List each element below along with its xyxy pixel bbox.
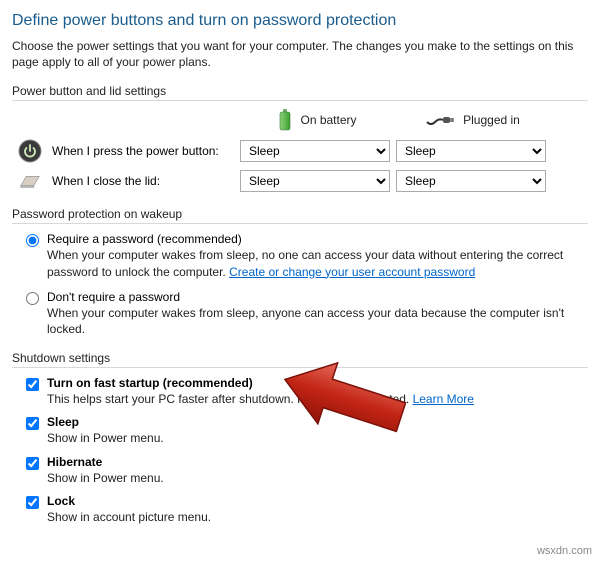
section-password-protection: Password protection on wakeup <box>12 207 588 224</box>
close-lid-label: When I close the lid: <box>52 174 160 188</box>
press-power-battery-select[interactable]: Sleep <box>240 140 390 162</box>
watermark: wsxdn.com <box>537 545 592 557</box>
press-power-label: When I press the power button: <box>52 144 219 158</box>
dont-require-password-title: Don't require a password <box>47 290 588 304</box>
sleep-checkbox[interactable] <box>26 417 39 430</box>
create-change-password-link[interactable]: Create or change your user account passw… <box>229 265 475 279</box>
close-lid-battery-select[interactable]: Sleep <box>240 170 390 192</box>
page-description: Choose the power settings that you want … <box>12 38 588 70</box>
require-password-desc: When your computer wakes from sleep, no … <box>47 247 588 279</box>
sleep-title: Sleep <box>47 415 588 429</box>
dont-require-password-radio[interactable] <box>26 292 39 305</box>
fast-startup-title: Turn on fast startup (recommended) <box>47 376 588 390</box>
section-shutdown-settings: Shutdown settings <box>12 351 588 368</box>
lock-checkbox[interactable] <box>26 496 39 509</box>
close-lid-plugged-select[interactable]: Sleep <box>396 170 546 192</box>
require-password-title: Require a password (recommended) <box>47 232 588 246</box>
plug-icon <box>425 112 455 128</box>
lock-desc: Show in account picture menu. <box>47 509 588 525</box>
learn-more-link[interactable]: Learn More <box>413 392 474 406</box>
column-plugged-in: Plugged in <box>395 112 550 128</box>
fast-startup-desc: This helps start your PC faster after sh… <box>47 391 588 407</box>
sleep-desc: Show in Power menu. <box>47 430 588 446</box>
lock-title: Lock <box>47 494 588 508</box>
hibernate-title: Hibernate <box>47 455 588 469</box>
column-on-battery: On battery <box>240 109 395 131</box>
section-power-button-lid: Power button and lid settings <box>12 84 588 101</box>
require-password-radio[interactable] <box>26 234 39 247</box>
lid-icon <box>18 169 42 193</box>
press-power-plugged-select[interactable]: Sleep <box>396 140 546 162</box>
power-button-icon <box>18 139 42 163</box>
page-title: Define power buttons and turn on passwor… <box>12 12 588 30</box>
dont-require-password-desc: When your computer wakes from sleep, any… <box>47 305 588 337</box>
battery-icon <box>278 109 292 131</box>
fast-startup-checkbox[interactable] <box>26 378 39 391</box>
hibernate-checkbox[interactable] <box>26 457 39 470</box>
hibernate-desc: Show in Power menu. <box>47 470 588 486</box>
